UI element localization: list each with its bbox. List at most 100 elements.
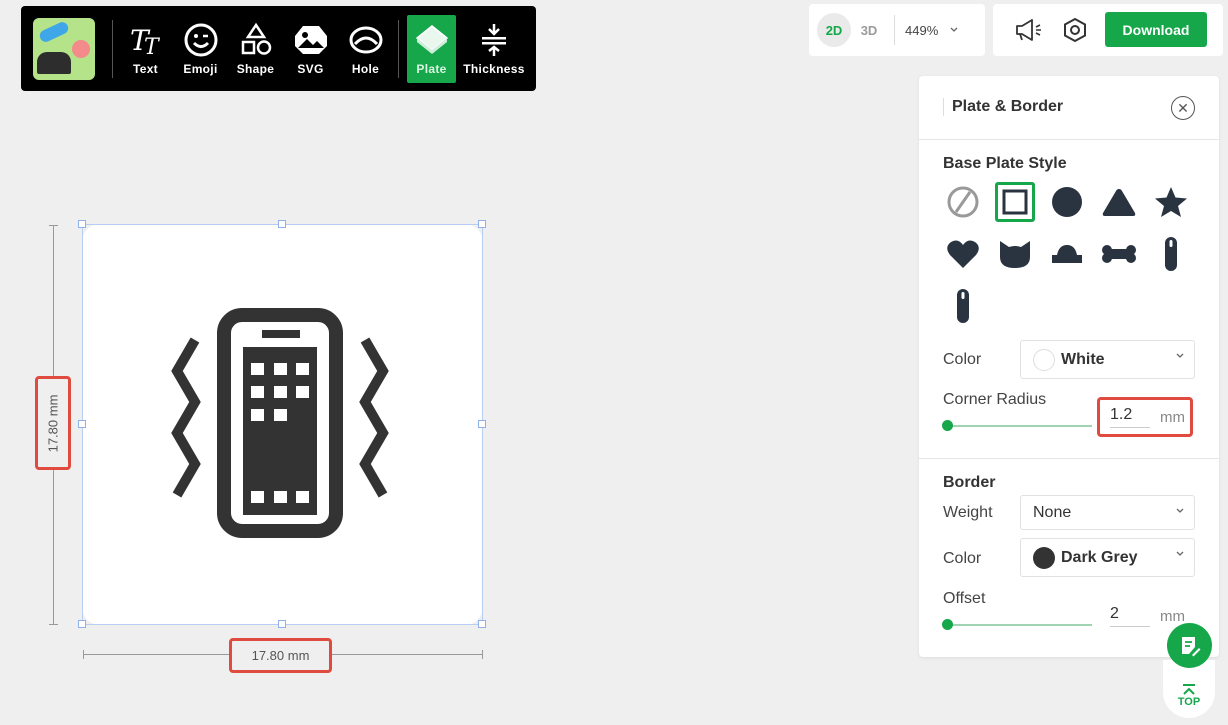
cat-head-icon [1000,241,1030,268]
note-edit-icon [1181,636,1200,656]
megaphone-button[interactable] [1012,14,1044,46]
shape-short-tag-option[interactable] [943,286,983,326]
tool-svg-label: SVG [297,61,324,76]
section-divider [919,458,1219,459]
back-to-top-button[interactable]: TOP [1163,660,1215,718]
resize-handle-top-right[interactable] [478,220,486,228]
svg-text:T: T [144,35,161,58]
zoom-dropdown[interactable]: 449% [905,23,958,38]
resize-handle-top[interactable] [278,220,286,228]
shape-triangle-option[interactable] [1099,182,1139,222]
tool-text[interactable]: TT Text [118,15,173,83]
hole-icon [349,26,382,53]
height-dimension-label[interactable]: 17.80 mm [35,376,71,470]
shape-none-option[interactable] [943,182,983,222]
star-icon [1155,187,1187,217]
tool-thickness[interactable]: Thickness [459,15,529,83]
arrow-up-icon [1183,684,1195,695]
shape-star-option[interactable] [1151,182,1191,222]
width-dimension-label[interactable]: 17.80 mm [229,638,332,673]
download-button[interactable]: Download [1105,12,1207,47]
base-plate-style-title: Base Plate Style [943,155,1067,172]
border-color-select[interactable]: Dark Grey [1020,538,1195,577]
resize-handle-top-left[interactable] [78,220,86,228]
close-panel-button[interactable]: ✕ [1171,96,1195,120]
resize-handle-bottom-right[interactable] [478,620,486,628]
toolbar-divider [112,19,113,78]
offset-slider[interactable] [942,619,1092,630]
feedback-button[interactable] [1167,623,1212,668]
width-value: 17.80 mm [251,648,310,663]
shape-bone-option[interactable] [1099,234,1139,274]
corner-radius-label: Corner Radius [943,391,1047,408]
zoom-value: 449% [905,22,939,38]
chevron-down-icon [950,27,958,32]
corner-radius-unit: mm [1160,408,1185,426]
offset-field[interactable]: 2 mm [1110,605,1185,627]
settings-button[interactable] [1059,14,1091,46]
shape-square-option[interactable] [995,182,1035,222]
shape-heart-option[interactable] [943,234,983,274]
tool-hole[interactable]: Hole [338,15,393,83]
plate-icon [415,24,448,54]
corner-radius-slider-knob[interactable] [942,420,953,431]
plate-border-panel: Plate & Border ✕ Base Plate Style Color … [919,76,1219,657]
bone-icon [1102,245,1136,263]
view-controls: 2D 3D 449% [809,4,985,56]
shape-tall-tag-option[interactable] [1151,234,1191,274]
shape-cat-option[interactable] [995,234,1035,274]
height-value: 17.80 mm [45,394,61,452]
border-weight-value: None [1033,503,1072,521]
resize-handle-bottom[interactable] [278,620,286,628]
plate-color-value: White [1061,350,1105,368]
short-tag-icon [957,289,969,323]
hexagon-settings-icon [1064,17,1086,43]
corner-radius-input[interactable]: 1.2 [1110,406,1150,428]
chevron-down-icon [1176,353,1184,358]
top-label: TOP [1177,696,1201,708]
offset-slider-knob[interactable] [942,619,953,630]
mode-3d-button[interactable]: 3D [852,13,886,47]
tool-plate[interactable]: Plate [407,14,456,83]
tool-plate-label: Plate [416,61,447,76]
vibrating-phone-icon[interactable] [165,305,395,541]
shape-circle-option[interactable] [1047,182,1087,222]
plate-color-select[interactable]: White [1020,340,1195,379]
close-icon: ✕ [1177,99,1189,116]
tool-hole-label: Hole [351,61,380,76]
svg-icon [294,25,327,54]
chevron-down-icon [1176,551,1184,556]
tool-emoji-label: Emoji [183,61,218,76]
plate-shape-grid [943,182,1203,326]
mode-2d-button[interactable]: 2D [817,13,851,47]
resize-handle-bottom-left[interactable] [78,620,86,628]
triangle-icon [1102,189,1136,216]
resize-handle-right[interactable] [478,420,486,428]
panel-title: Plate & Border [943,98,1063,116]
resize-handle-left[interactable] [78,420,86,428]
tool-shape[interactable]: Shape [228,15,283,83]
corner-radius-slider[interactable] [942,420,1092,431]
chevron-down-icon [1176,508,1184,513]
tool-thickness-label: Thickness [463,61,525,76]
text-icon: TT [130,24,161,58]
dome-icon [1052,245,1082,263]
tool-svg[interactable]: SVG [283,15,338,83]
tool-emoji[interactable]: Emoji [173,15,228,83]
no-shape-icon [947,186,979,218]
circle-icon [1052,187,1082,217]
border-title: Border [943,474,996,491]
main-toolbar: TT Text Emoji Shape SVG Hole Plate Thick… [21,6,536,91]
offset-input[interactable]: 2 [1110,605,1150,627]
emoji-icon [184,23,217,56]
heart-icon [947,240,979,268]
border-color-value: Dark Grey [1061,548,1138,566]
border-weight-select[interactable]: None [1020,495,1195,530]
shape-dome-option[interactable] [1047,234,1087,274]
tall-tag-icon [1165,237,1177,271]
action-controls: Download [993,4,1223,56]
white-swatch [1033,348,1055,371]
shape-icon [241,22,271,55]
app-logo[interactable] [33,17,95,80]
corner-radius-field[interactable]: 1.2 mm [1097,397,1193,437]
